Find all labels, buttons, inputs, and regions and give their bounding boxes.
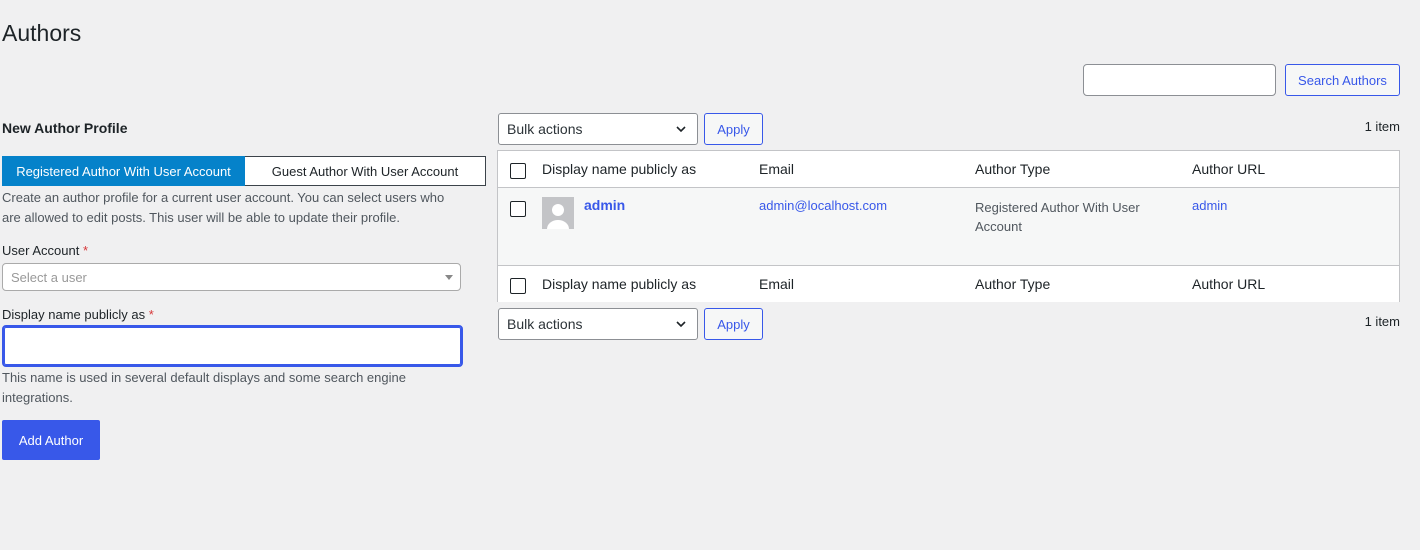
tab-guest-author[interactable]: Guest Author With User Account: [245, 156, 486, 186]
author-email-link[interactable]: admin@localhost.com: [759, 198, 887, 213]
column-footer-url: Author URL: [1192, 276, 1266, 292]
author-type-tabs: Registered Author With User Account Gues…: [2, 156, 486, 186]
item-count-bottom: 1 item: [1364, 314, 1400, 329]
item-count-top: 1 item: [1364, 119, 1400, 134]
column-header-type: Author Type: [975, 161, 1051, 177]
author-name-link[interactable]: admin: [584, 197, 625, 213]
apply-button-top[interactable]: Apply: [704, 113, 763, 145]
apply-button-bottom[interactable]: Apply: [704, 308, 763, 340]
bulk-actions-label: Bulk actions: [507, 121, 583, 137]
user-account-label: User Account *: [2, 243, 88, 259]
table-footer: Display name publicly as Email Author Ty…: [498, 265, 1399, 302]
avatar: [542, 197, 574, 229]
author-url-link[interactable]: admin: [1192, 198, 1227, 213]
display-name-help: This name is used in several default dis…: [2, 370, 406, 405]
column-footer-name[interactable]: Display name publicly as: [542, 275, 696, 293]
user-select-placeholder: Select a user: [11, 269, 87, 285]
select-all-checkbox-footer[interactable]: [510, 278, 526, 294]
table-row: admin admin@localhost.com Registered Aut…: [498, 188, 1399, 265]
form-heading: New Author Profile: [2, 120, 128, 136]
caret-down-icon: [445, 275, 453, 280]
required-marker: *: [148, 307, 154, 322]
display-name-label-text: Display name publicly as: [2, 307, 146, 322]
search-input[interactable]: [1083, 64, 1276, 96]
display-name-label: Display name publicly as *: [2, 307, 154, 323]
author-type-text: Registered Author With User Account: [975, 200, 1140, 234]
row-checkbox[interactable]: [510, 201, 526, 217]
bulk-actions-label: Bulk actions: [507, 316, 583, 332]
user-account-select[interactable]: Select a user: [2, 263, 461, 291]
authors-table: Display name publicly as Email Author Ty…: [497, 150, 1400, 302]
bulk-actions-select-top[interactable]: Bulk actions: [498, 113, 698, 145]
page-title: Authors: [2, 20, 82, 46]
table-header: Display name publicly as Email Author Ty…: [498, 151, 1399, 188]
add-author-button[interactable]: Add Author: [2, 420, 100, 460]
form-help-text: Create an author profile for a current u…: [2, 190, 445, 225]
display-name-input[interactable]: [2, 325, 463, 367]
column-footer-type: Author Type: [975, 276, 1051, 292]
column-header-email: Email: [759, 161, 795, 177]
search-authors-button[interactable]: Search Authors: [1285, 64, 1400, 96]
chevron-down-icon: [676, 321, 686, 328]
column-footer-email: Email: [759, 276, 795, 292]
tab-registered-author[interactable]: Registered Author With User Account: [2, 156, 245, 186]
user-placeholder-icon: [547, 204, 569, 229]
column-header-url: Author URL: [1192, 161, 1266, 177]
user-account-label-text: User Account: [2, 243, 80, 258]
select-all-checkbox[interactable]: [510, 163, 526, 179]
column-header-name[interactable]: Display name publicly as: [542, 160, 696, 178]
bulk-actions-select-bottom[interactable]: Bulk actions: [498, 308, 698, 340]
required-marker: *: [82, 243, 89, 258]
chevron-down-icon: [676, 126, 686, 133]
